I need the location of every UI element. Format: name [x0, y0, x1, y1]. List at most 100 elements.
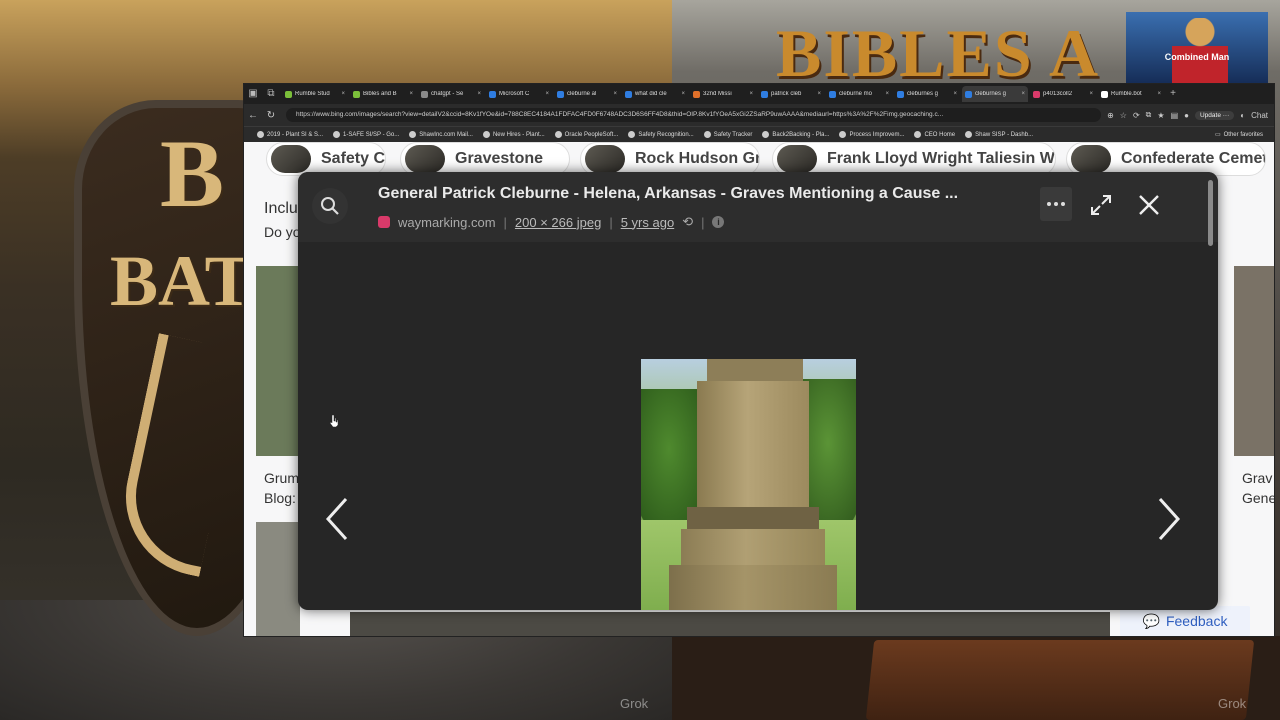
bookmark-item[interactable]: CEO Home — [909, 131, 960, 138]
favorite-star-icon[interactable]: ☆ — [1120, 111, 1127, 120]
modal-scrollbar[interactable] — [1208, 180, 1213, 246]
monument-shaft — [697, 381, 809, 507]
related-chip[interactable]: Confederate Cemetery — [1066, 142, 1266, 176]
bookmark-label: Process Improvem... — [849, 131, 905, 138]
tab-close-icon[interactable]: × — [817, 91, 821, 97]
browser-tab[interactable]: cleburnes g × — [962, 86, 1028, 102]
reload-icon[interactable]: ⟳ — [1133, 111, 1140, 120]
info-icon[interactable]: i — [712, 216, 725, 228]
bookmark-item[interactable]: 1-SAFE SI/SP - Go... — [328, 131, 404, 138]
workspaces-icon[interactable]: ▣ — [244, 84, 262, 104]
browser-tab[interactable]: cleburne mo × — [826, 86, 892, 102]
related-chip[interactable]: Gravestone — [400, 142, 570, 176]
tab-favicon — [761, 90, 768, 98]
chip-thumbnail — [585, 145, 625, 173]
browser-tab[interactable]: Bibles and B × — [350, 86, 416, 102]
bookmark-item[interactable]: ShawInc.com Mail... — [404, 131, 478, 138]
url-field[interactable]: https://www.bing.com/images/search?view=… — [286, 108, 1102, 122]
grave-monument-photo[interactable] — [641, 359, 856, 610]
hand-cursor-icon — [330, 415, 338, 427]
channel-banner: BIBLES A — [776, 15, 1101, 91]
expand-button[interactable] — [1086, 190, 1116, 220]
tab-close-icon[interactable]: × — [409, 91, 413, 97]
tab-close-icon[interactable]: × — [749, 91, 753, 97]
favorites-icon[interactable]: ★ — [1157, 111, 1164, 120]
bookmark-item[interactable]: Back2Backing - Pla... — [757, 131, 834, 138]
image-age[interactable]: 5 yrs ago — [621, 215, 674, 230]
chip-thumbnail — [271, 145, 311, 173]
close-button[interactable] — [1134, 190, 1164, 220]
history-icon[interactable]: ⟲ — [682, 214, 693, 230]
tab-close-icon[interactable]: × — [1089, 91, 1093, 97]
result-thumbnail[interactable] — [256, 522, 300, 636]
browser-tab[interactable]: Rumble.bot × — [1098, 86, 1164, 102]
image-title[interactable]: General Patrick Cleburne - Helena, Arkan… — [378, 185, 958, 203]
new-tab-icon[interactable]: + — [1164, 84, 1182, 104]
browser-tab[interactable]: Rumble Stud × — [282, 86, 348, 102]
other-favorites[interactable]: ▭ Other favorites — [1210, 131, 1268, 139]
chip-label: Frank Lloyd Wright Taliesin Wisconsin — [827, 150, 1055, 167]
visual-search-button[interactable] — [312, 188, 348, 224]
close-icon — [1139, 195, 1159, 215]
tab-close-icon[interactable]: × — [341, 91, 345, 97]
update-button[interactable]: Update ··· — [1194, 110, 1235, 120]
feedback-label: Feedback — [1165, 613, 1228, 629]
back-icon[interactable]: ← — [244, 110, 262, 121]
related-chip[interactable]: Rock Hudson Grave — [580, 142, 760, 176]
tab-close-icon[interactable]: × — [613, 91, 617, 97]
browser-tab[interactable]: cleburne al × — [554, 86, 620, 102]
related-chip[interactable]: Frank Lloyd Wright Taliesin Wisconsin — [772, 142, 1056, 176]
browser-tab[interactable]: cleburnes g × — [894, 86, 960, 102]
bookmark-item[interactable]: 2019 - Plant SI & S... — [252, 131, 328, 138]
related-chip[interactable]: Safety Coffin — [266, 142, 386, 176]
browser-tab[interactable]: chatgpt - Se × — [418, 86, 484, 102]
collections-icon[interactable]: ▤ — [1171, 111, 1179, 120]
tab-favicon — [693, 90, 700, 98]
bookmark-favicon — [965, 131, 973, 138]
extensions-icon[interactable]: ⧉ — [1146, 110, 1152, 120]
tab-label: Bibles and B — [363, 91, 397, 97]
tab-close-icon[interactable]: × — [477, 91, 481, 97]
bookmark-item[interactable]: Safety Recognition... — [623, 131, 698, 138]
tab-close-icon[interactable]: × — [1021, 91, 1025, 97]
source-site[interactable]: waymarking.com — [398, 215, 496, 230]
tab-actions-icon[interactable]: ⧉ — [262, 84, 280, 104]
result-thumbnail[interactable] — [1234, 266, 1274, 456]
sidebar-heading: Inclu — [264, 200, 298, 217]
tab-close-icon[interactable]: × — [1157, 91, 1161, 97]
browser-tab[interactable]: what did cle × — [622, 86, 688, 102]
browser-tab[interactable]: 32nd Missi × — [690, 86, 756, 102]
chip-label: Safety Coffin — [321, 150, 386, 167]
more-options-button[interactable] — [1040, 187, 1072, 221]
profile-avatar[interactable]: ● — [1184, 111, 1189, 120]
browser-tab[interactable]: patrick cleb × — [758, 86, 824, 102]
bookmark-item[interactable]: Oracle PeopleSoft... — [550, 131, 624, 138]
browser-tab[interactable]: p4013coll2 × — [1030, 86, 1096, 102]
meta-separator: | — [701, 214, 705, 230]
result-thumbnail[interactable] — [256, 266, 300, 456]
tab-favicon — [897, 90, 904, 98]
refresh-icon[interactable]: ↻ — [262, 110, 280, 121]
result-caption: Gene — [1242, 490, 1274, 506]
result-caption: Grum — [264, 470, 299, 486]
bookmark-favicon — [409, 131, 417, 138]
image-dimensions[interactable]: 200 × 266 jpeg — [515, 215, 601, 230]
tab-close-icon[interactable]: × — [885, 91, 889, 97]
bookmark-favicon — [257, 131, 264, 138]
previous-image-button[interactable] — [320, 494, 354, 544]
bookmark-item[interactable]: Safety Tracker — [699, 131, 758, 138]
copilot-icon[interactable]: ◐ — [1240, 111, 1245, 120]
tab-close-icon[interactable]: × — [681, 91, 685, 97]
bookmark-item[interactable]: Shaw SISP - Dashb... — [960, 131, 1038, 138]
bookmark-item[interactable]: Process Improvem... — [834, 131, 909, 138]
zoom-icon[interactable]: ⊕ — [1107, 111, 1114, 120]
tab-close-icon[interactable]: × — [953, 91, 957, 97]
feedback-button[interactable]: 💬 Feedback — [1120, 606, 1250, 636]
next-image-button[interactable] — [1152, 494, 1186, 544]
browser-tab[interactable]: Microsoft C × — [486, 86, 552, 102]
bookmark-item[interactable]: New Hires - Plant... — [478, 131, 550, 138]
result-thumbnail-row[interactable] — [350, 612, 1110, 636]
chat-button[interactable]: Chat — [1251, 111, 1268, 120]
chip-label: Confederate Cemetery — [1121, 150, 1265, 167]
tab-close-icon[interactable]: × — [545, 91, 549, 97]
